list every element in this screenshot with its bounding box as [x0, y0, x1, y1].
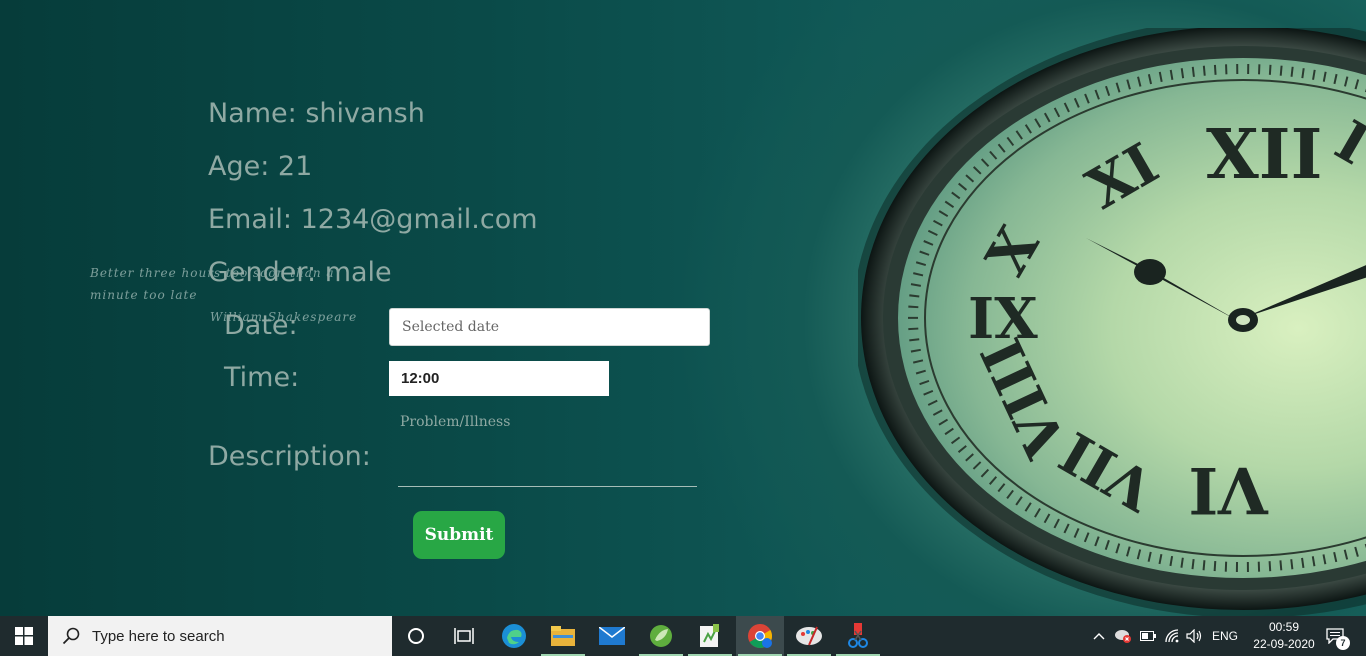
taskbar-app-file-explorer[interactable] — [539, 616, 587, 656]
submit-button[interactable]: Submit — [413, 511, 505, 559]
time-input[interactable]: 12:00 — [389, 361, 609, 396]
chevron-up-icon — [1093, 633, 1105, 640]
date-label: Date: — [224, 310, 298, 341]
description-label: Description: — [208, 441, 371, 472]
taskbar-date: 22-09-2020 — [1253, 637, 1315, 651]
battery-button[interactable] — [1137, 616, 1159, 656]
cortana-button[interactable] — [392, 616, 440, 656]
taskbar-app-spring[interactable] — [637, 616, 685, 656]
taskbar-app-mail[interactable] — [588, 616, 636, 656]
taskbar-time: 00:59 — [1268, 620, 1300, 634]
task-view-icon — [454, 628, 474, 644]
profile-name: Name: shivansh — [208, 98, 425, 129]
battery-icon — [1140, 631, 1156, 641]
profile-gender: Gender: male — [208, 257, 392, 288]
paint-icon — [796, 626, 822, 646]
windows-start-button[interactable] — [0, 616, 48, 656]
notification-count-badge: 7 — [1336, 636, 1350, 650]
notepad-plus-icon — [700, 624, 719, 647]
show-hidden-icons-button[interactable] — [1090, 616, 1108, 656]
time-label: Time: — [224, 362, 300, 393]
taskbar-clock[interactable]: 00:59 22-09-2020 — [1244, 619, 1324, 653]
edge-icon — [502, 624, 526, 648]
file-explorer-icon — [551, 626, 575, 646]
task-view-button[interactable] — [440, 616, 488, 656]
volume-button[interactable] — [1184, 616, 1206, 656]
windows-logo-icon — [15, 627, 33, 645]
taskbar-search-box[interactable]: Type here to search — [48, 616, 392, 656]
taskbar-app-chrome[interactable] — [736, 616, 784, 656]
chrome-icon — [748, 624, 773, 649]
tray-security-button[interactable] — [1112, 616, 1134, 656]
search-icon — [62, 627, 80, 645]
taskbar-app-snipping-tool[interactable] — [834, 616, 882, 656]
cortana-icon — [408, 628, 424, 644]
snipping-tool-icon — [848, 623, 868, 648]
date-input[interactable] — [389, 308, 710, 346]
search-placeholder: Type here to search — [92, 627, 225, 645]
profile-email: Email: 1234@gmail.com — [208, 204, 538, 235]
taskbar: Type here to search ENG 00:59 22-09-2020… — [0, 616, 1366, 656]
mail-icon — [599, 627, 625, 645]
spring-tool-icon — [650, 625, 672, 647]
shield-alert-icon — [1115, 630, 1131, 643]
taskbar-app-paint[interactable] — [785, 616, 833, 656]
taskbar-app-edge[interactable] — [490, 616, 538, 656]
language-indicator[interactable]: ENG — [1212, 616, 1238, 656]
notification-center-button[interactable]: 7 — [1318, 616, 1352, 656]
taskbar-app-notepad-plus[interactable] — [686, 616, 734, 656]
wifi-icon — [1165, 629, 1179, 643]
numeral-xii: XII — [1206, 115, 1322, 195]
wifi-button[interactable] — [1161, 616, 1183, 656]
clock-image: XII XI X IX VIII VII VI I — [858, 28, 1366, 616]
svg-text:VI: VI — [1188, 452, 1269, 527]
speaker-icon — [1186, 629, 1202, 643]
description-textarea[interactable] — [398, 410, 697, 487]
profile-age: Age: 21 — [208, 151, 313, 182]
